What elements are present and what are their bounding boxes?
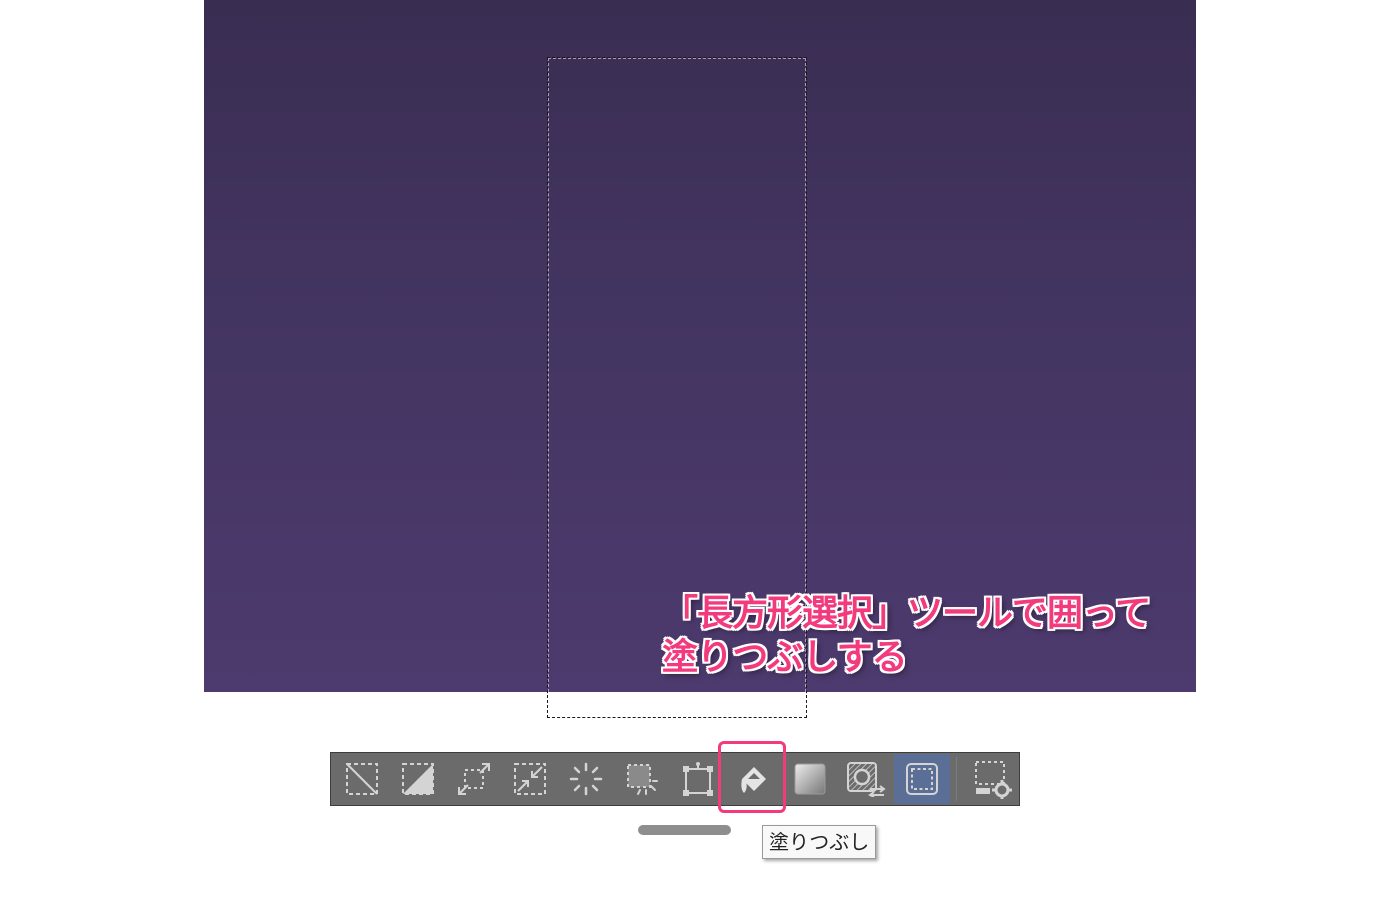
toolbar-drag-handle[interactable] <box>638 825 731 835</box>
fill-button[interactable] <box>726 754 782 804</box>
blur-selection-icon <box>569 762 603 796</box>
transform-selection-button[interactable] <box>670 754 726 804</box>
deselect-icon <box>346 763 378 795</box>
invert-selection-icon <box>402 763 434 795</box>
show-selection-icon <box>906 763 938 795</box>
expand-selection-icon <box>458 763 490 795</box>
clear-outside-selection-button[interactable] <box>614 754 670 804</box>
screen: 「長方形選択」ツールで囲って 塗りつぶしする 塗りつぶし <box>0 0 1400 912</box>
clear-selection-icon <box>627 764 658 795</box>
deselect-button[interactable] <box>334 754 390 804</box>
instruction-annotation: 「長方形選択」ツールで囲って 塗りつぶしする <box>662 592 1151 680</box>
shrink-selection-button[interactable] <box>502 754 558 804</box>
transform-selection-icon <box>683 762 713 796</box>
shrink-selection-icon <box>514 763 546 795</box>
invert-selection-button[interactable] <box>390 754 446 804</box>
selection-launcher-settings-button[interactable] <box>965 754 1021 804</box>
paint-bucket-icon <box>741 767 766 793</box>
expand-selection-button[interactable] <box>446 754 502 804</box>
annotation-line-2: 塗りつぶしする <box>662 637 908 678</box>
show-selection-boundary-button[interactable] <box>894 754 950 804</box>
new-layer-from-selection-button[interactable] <box>782 754 838 804</box>
annotation-line-1: 「長方形選択」ツールで囲って <box>662 593 1151 634</box>
toolbar-separator <box>956 757 957 801</box>
selection-settings-icon <box>975 761 1012 799</box>
fill-tooltip: 塗りつぶし <box>762 825 877 859</box>
selection-launcher-toolbar <box>330 752 1020 806</box>
selection-layer-switch-icon <box>847 762 886 797</box>
new-layer-from-selection-icon <box>794 763 826 795</box>
blur-selection-button[interactable] <box>558 754 614 804</box>
convert-to-selection-layer-button[interactable] <box>838 754 894 804</box>
